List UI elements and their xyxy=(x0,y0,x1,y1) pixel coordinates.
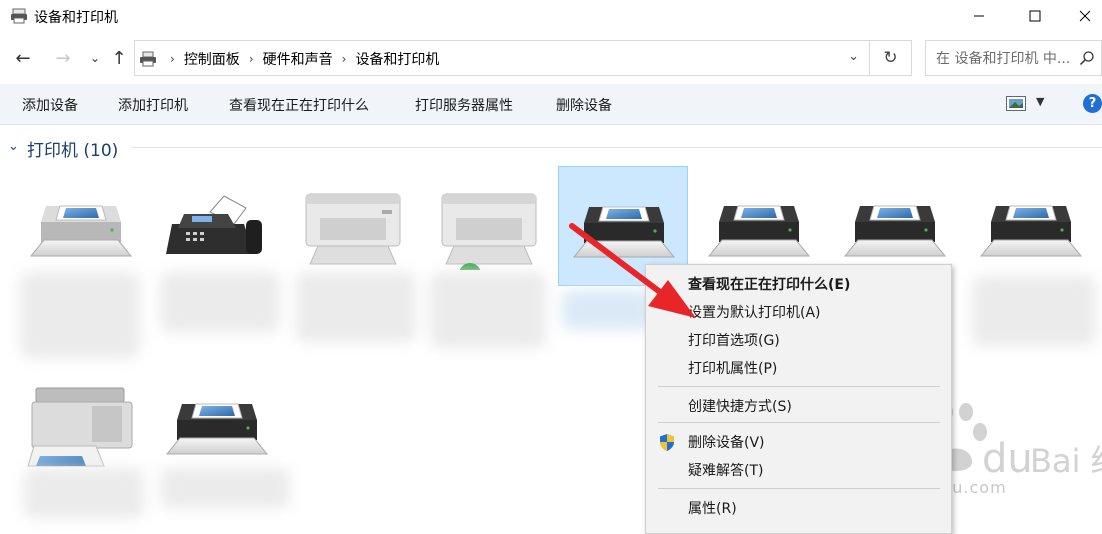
printer-icon xyxy=(165,403,269,455)
printer-icon xyxy=(979,205,1083,257)
remove-device-button[interactable]: 删除设备 xyxy=(556,95,612,115)
menu-item-printing-preferences[interactable]: 打印首选项(G) xyxy=(646,326,951,354)
menu-separator xyxy=(658,488,940,489)
menu-item-label: 疑难解答(T) xyxy=(688,463,764,479)
refresh-button[interactable]: ↻ xyxy=(870,40,912,76)
printer-item[interactable] xyxy=(288,166,418,286)
printer-folder-icon xyxy=(11,8,27,24)
laser-printer-default-icon xyxy=(441,193,537,270)
chevron-down-icon: ⌄ xyxy=(89,51,101,65)
watermark-brand: Bai 经验 xyxy=(1030,442,1102,480)
printers-group-header[interactable]: ⌄ 打印机 (10) xyxy=(8,136,1102,161)
address-bar[interactable]: › 控制面板 › 硬件和声音 › 设备和打印机 ⌄ xyxy=(134,40,870,76)
title-bar: 设备和打印机 xyxy=(0,0,1102,32)
context-menu: 查看现在正在打印什么(E) 设置为默认打印机(A) 打印首选项(G) 打印机属性… xyxy=(645,264,952,534)
printer-icon xyxy=(707,205,811,257)
search-icon xyxy=(1079,51,1094,66)
address-row: ← → ⌄ ↑ › 控制面板 › 硬件和声音 › 设备和打印机 ⌄ ↻ xyxy=(0,38,1102,78)
minimize-icon xyxy=(974,15,984,17)
breadcrumb-item[interactable]: 硬件和声音 xyxy=(263,49,333,69)
fax-icon xyxy=(166,195,262,254)
printer-item[interactable] xyxy=(16,364,146,484)
menu-item-label: 属性(R) xyxy=(688,501,737,517)
breadcrumb: › 控制面板 › 硬件和声音 › 设备和打印机 xyxy=(161,49,439,69)
close-icon xyxy=(1079,10,1091,22)
menu-item-printer-properties[interactable]: 打印机属性(P) xyxy=(646,354,951,382)
see-whats-printing-button[interactable]: 查看现在正在打印什么 xyxy=(229,95,369,115)
close-button[interactable] xyxy=(1062,0,1102,32)
printer-folder-icon xyxy=(140,51,156,67)
chevron-right-icon: › xyxy=(170,52,175,66)
blurred-device-label xyxy=(296,272,416,342)
forward-button[interactable]: → xyxy=(52,46,74,70)
printer-item[interactable] xyxy=(424,166,554,286)
laser-printer-icon xyxy=(305,193,401,265)
blurred-device-label xyxy=(562,290,652,330)
menu-item-label: 设置为默认打印机(A) xyxy=(688,305,821,321)
blurred-device-label xyxy=(160,272,280,332)
recent-locations-button[interactable]: ⌄ xyxy=(84,46,106,70)
add-printer-button[interactable]: 添加打印机 xyxy=(118,95,188,115)
menu-separator xyxy=(658,422,940,423)
printer-icon xyxy=(572,206,676,258)
breadcrumb-item[interactable]: 设备和打印机 xyxy=(355,49,439,69)
shield-icon xyxy=(660,434,674,451)
group-title: 打印机 (10) xyxy=(27,141,119,161)
address-dropdown-icon[interactable]: ⌄ xyxy=(848,49,859,64)
group-divider xyxy=(132,147,1102,148)
printer-icon xyxy=(29,205,133,257)
blurred-device-label xyxy=(20,272,140,358)
back-arrow-icon: ← xyxy=(15,47,31,69)
menu-item-label: 查看现在正在打印什么(E) xyxy=(688,277,851,293)
up-button[interactable]: ↑ xyxy=(108,46,130,70)
menu-item-label: 打印机属性(P) xyxy=(688,361,778,377)
blurred-device-label xyxy=(430,272,546,348)
svg-text:du: du xyxy=(982,436,1033,482)
menu-item-troubleshoot[interactable]: 疑难解答(T) xyxy=(646,456,951,484)
refresh-icon: ↻ xyxy=(883,48,898,68)
add-device-button[interactable]: 添加设备 xyxy=(22,95,78,115)
maximize-icon xyxy=(1029,10,1041,22)
printer-icon xyxy=(843,205,947,257)
menu-item-see-printing[interactable]: 查看现在正在打印什么(E) xyxy=(646,270,951,298)
menu-item-properties[interactable]: 属性(R) xyxy=(646,494,951,522)
maximize-button[interactable] xyxy=(1012,0,1058,32)
window-title: 设备和打印机 xyxy=(34,10,118,26)
printer-item[interactable] xyxy=(152,166,282,286)
blurred-device-label xyxy=(972,276,1096,346)
menu-item-label: 创建快捷方式(S) xyxy=(688,399,792,415)
blurred-device-label xyxy=(24,468,144,518)
breadcrumb-item[interactable]: 控制面板 xyxy=(184,49,240,69)
minimize-button[interactable] xyxy=(956,0,1002,32)
menu-item-create-shortcut[interactable]: 创建快捷方式(S) xyxy=(646,392,951,420)
search-input[interactable] xyxy=(934,48,1078,70)
menu-item-label: 打印首选项(G) xyxy=(688,333,780,349)
menu-item-label: 删除设备(V) xyxy=(688,435,765,451)
change-view-icon[interactable] xyxy=(1006,96,1026,111)
forward-arrow-icon: → xyxy=(55,47,71,69)
chevron-right-icon[interactable]: › xyxy=(342,52,347,66)
blurred-device-label xyxy=(160,468,290,508)
chevron-right-icon[interactable]: › xyxy=(249,52,254,66)
search-box[interactable] xyxy=(925,40,1102,76)
menu-separator xyxy=(658,386,940,387)
view-options-arrow-icon[interactable]: ▼ xyxy=(1036,95,1044,108)
multifunction-printer-icon xyxy=(27,387,133,467)
up-arrow-icon: ↑ xyxy=(111,47,127,69)
menu-item-set-default[interactable]: 设置为默认打印机(A) xyxy=(646,298,951,326)
command-bar: 添加设备 添加打印机 查看现在正在打印什么 打印服务器属性 删除设备 ▼ ? xyxy=(0,84,1102,125)
printer-item[interactable] xyxy=(152,364,282,484)
printer-item[interactable] xyxy=(966,166,1096,286)
help-icon[interactable]: ? xyxy=(1083,94,1102,113)
printer-item[interactable] xyxy=(16,166,146,286)
back-button[interactable]: ← xyxy=(12,46,34,70)
chevron-down-icon[interactable]: ⌄ xyxy=(8,139,19,154)
menu-item-remove-device[interactable]: 删除设备(V) xyxy=(646,428,951,456)
print-server-properties-button[interactable]: 打印服务器属性 xyxy=(415,95,513,115)
